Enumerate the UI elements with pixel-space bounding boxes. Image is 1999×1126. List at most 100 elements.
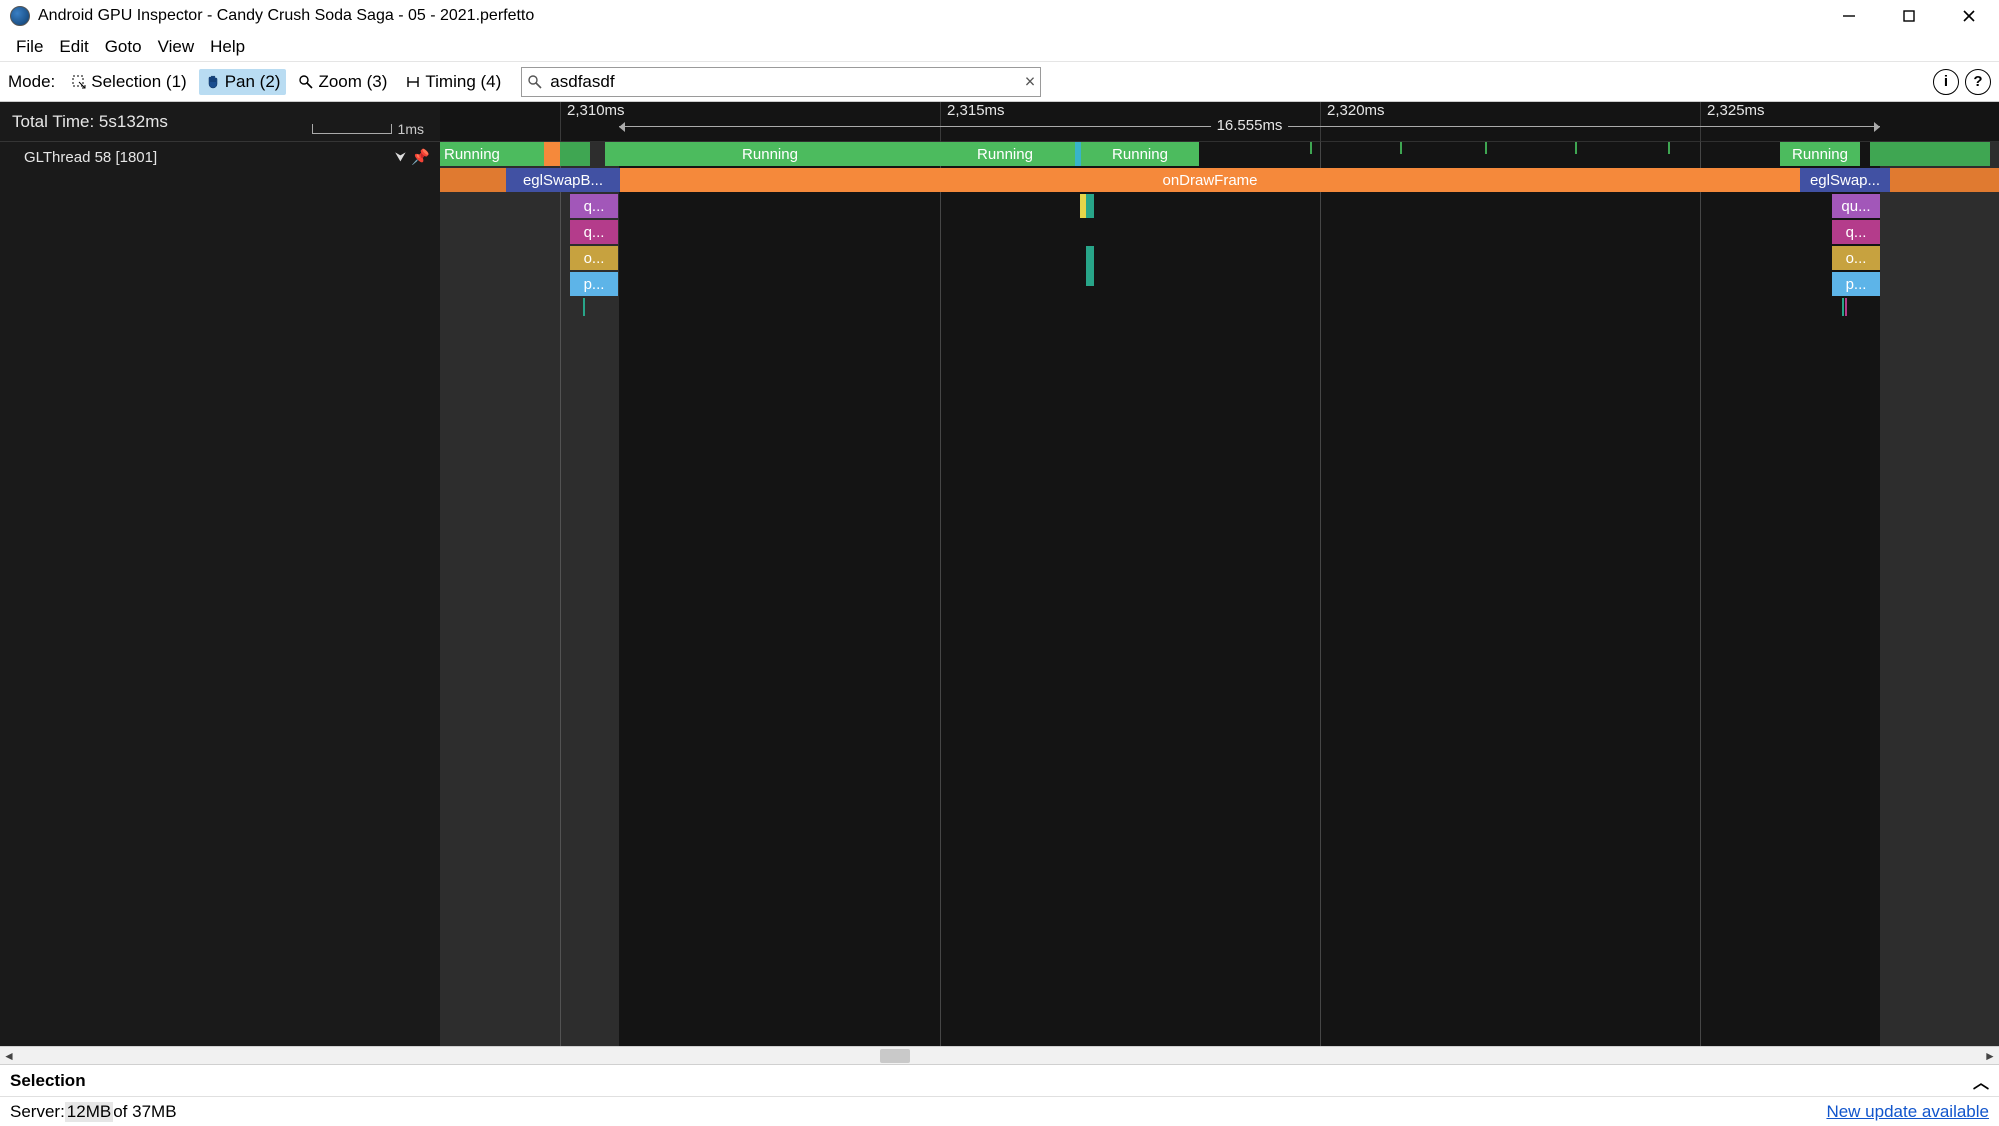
mode-toolbar: Mode: Selection (1) Pan (2) Zoom (3) Tim… (0, 62, 1999, 102)
slice-eglswap[interactable]: eglSwapB... (506, 168, 620, 192)
trail-mark (1842, 298, 1844, 316)
mode-selection-button[interactable]: Selection (1) (65, 69, 192, 95)
menu-bar: File Edit Goto View Help (0, 32, 1999, 62)
selection-span-label: 16.555ms (1211, 117, 1289, 134)
trail-mark (1845, 298, 1847, 316)
slice-p[interactable]: p... (570, 272, 618, 296)
trace-left-gutter: Total Time: 5s132ms 1ms GLThread 58 [180… (0, 102, 440, 1046)
toolbar-right-icons: i ? (1933, 69, 1991, 95)
window-titlebar: Android GPU Inspector - Candy Crush Soda… (0, 0, 1999, 32)
app-icon (10, 6, 30, 26)
slice-running[interactable]: Running (605, 142, 935, 166)
mode-timing-button[interactable]: Timing (4) (399, 69, 507, 95)
zoom-icon (298, 74, 314, 90)
menu-help[interactable]: Help (202, 33, 253, 61)
lane-5: p... p... (440, 272, 1999, 296)
chevron-up-icon[interactable]: ︿ (1973, 1069, 1989, 1093)
slice-q[interactable]: q... (1832, 220, 1880, 244)
scale-value: 1ms (398, 121, 424, 137)
slice-running[interactable]: Running (1081, 142, 1199, 166)
selection-panel-header[interactable]: Selection ︿ (0, 1064, 1999, 1096)
lane-4: o... o... (440, 246, 1999, 270)
selection-span-bracket: 16.555ms (619, 126, 1880, 138)
slice-running[interactable]: Running (935, 142, 1075, 166)
trace-viewer[interactable]: Total Time: 5s132ms 1ms GLThread 58 [180… (0, 102, 1999, 1046)
slice-o[interactable]: o... (570, 246, 618, 270)
tick-label: 2,320ms (1327, 102, 1385, 119)
mode-pan-label: Pan (2) (225, 72, 281, 92)
memory-total: of 37MB (113, 1102, 176, 1122)
slice-p[interactable]: p... (1832, 272, 1880, 296)
mode-timing-label: Timing (4) (425, 72, 501, 92)
slice-state[interactable] (544, 142, 560, 166)
scroll-thumb[interactable] (880, 1049, 910, 1063)
info-icon[interactable]: i (1933, 69, 1959, 95)
close-button[interactable] (1939, 0, 1999, 32)
sched-tick (1310, 142, 1312, 154)
scroll-left-button[interactable]: ◄ (0, 1047, 18, 1065)
selection-title: Selection (10, 1071, 86, 1091)
search-input[interactable] (521, 67, 1041, 97)
menu-view[interactable]: View (150, 33, 203, 61)
horizontal-scrollbar[interactable]: ◄ ► (0, 1046, 1999, 1064)
slice-running-short[interactable] (1870, 142, 1990, 166)
slice-q[interactable]: qu... (1832, 194, 1880, 218)
scroll-right-button[interactable]: ► (1981, 1047, 1999, 1065)
slice-frame-next[interactable] (1890, 168, 1999, 192)
hand-pan-icon (205, 74, 221, 90)
mode-zoom-button[interactable]: Zoom (3) (292, 69, 393, 95)
sched-tick (1575, 142, 1577, 154)
slice-ondrawframe[interactable]: onDrawFrame (620, 168, 1800, 192)
ruler-scale-hint: 1ms (312, 121, 424, 137)
ruler-gutter: Total Time: 5s132ms 1ms (0, 102, 440, 142)
menu-edit[interactable]: Edit (51, 33, 96, 61)
sched-tick (1668, 142, 1670, 154)
slice-running[interactable]: Running (1780, 142, 1860, 166)
help-icon[interactable]: ? (1965, 69, 1991, 95)
slice-small[interactable] (1086, 194, 1094, 218)
lane-2: q... qu... (440, 194, 1999, 218)
server-label-prefix: Server: (10, 1102, 65, 1122)
tracks-container[interactable]: Running Running Running Running Running (440, 142, 1999, 1046)
thread-row-header[interactable]: GLThread 58 [1801] ⮟ 📌 (0, 142, 440, 172)
sched-tick (1485, 142, 1487, 154)
thread-name-label: GLThread 58 [1801] (24, 149, 157, 166)
lane-3: q... q... (440, 220, 1999, 244)
tick-label: 2,315ms (947, 102, 1005, 119)
menu-file[interactable]: File (8, 33, 51, 61)
clear-search-button[interactable]: × (1025, 71, 1036, 92)
selection-icon (71, 74, 87, 90)
sched-tick (1400, 142, 1402, 154)
mode-label: Mode: (8, 72, 55, 92)
menu-goto[interactable]: Goto (97, 33, 150, 61)
minimize-button[interactable] (1819, 0, 1879, 32)
lane-sched: Running Running Running Running Running (440, 142, 1999, 166)
search-icon (527, 74, 543, 90)
mode-zoom-label: Zoom (3) (318, 72, 387, 92)
time-ruler[interactable]: 2,310ms 2,315ms 2,320ms 2,325ms 16.555ms (440, 102, 1999, 142)
trail-mark (583, 298, 585, 316)
mode-pan-button[interactable]: Pan (2) (199, 69, 287, 95)
slice-frame-prev[interactable] (440, 168, 506, 192)
new-update-link[interactable]: New update available (1826, 1102, 1989, 1122)
slice-o[interactable]: o... (1832, 246, 1880, 270)
lane-trailing (440, 298, 1999, 318)
slice-running-short[interactable] (560, 142, 590, 166)
slice-q[interactable]: q... (570, 220, 618, 244)
trace-timeline-pane[interactable]: 2,310ms 2,315ms 2,320ms 2,325ms 16.555ms… (440, 102, 1999, 1046)
scale-segment-icon (312, 124, 392, 134)
window-title: Android GPU Inspector - Candy Crush Soda… (38, 7, 534, 25)
status-bar: Server: 12MB of 37MB New update availabl… (0, 1096, 1999, 1126)
tick-label: 2,325ms (1707, 102, 1765, 119)
maximize-button[interactable] (1879, 0, 1939, 32)
slice-running[interactable]: Running (440, 142, 544, 166)
total-time-label: Total Time: 5s132ms (12, 112, 168, 132)
timing-icon (405, 74, 421, 90)
lane-frame: eglSwapB... onDrawFrame eglSwap... (440, 168, 1999, 192)
slice-eglswap[interactable]: eglSwap... (1800, 168, 1890, 192)
search-wrap: × (521, 67, 1041, 97)
pin-icon[interactable]: 📌 (411, 148, 430, 166)
collapse-icon[interactable]: ⮟ (395, 149, 406, 165)
time-tick: 2,310ms (560, 102, 625, 142)
slice-q[interactable]: q... (570, 194, 618, 218)
